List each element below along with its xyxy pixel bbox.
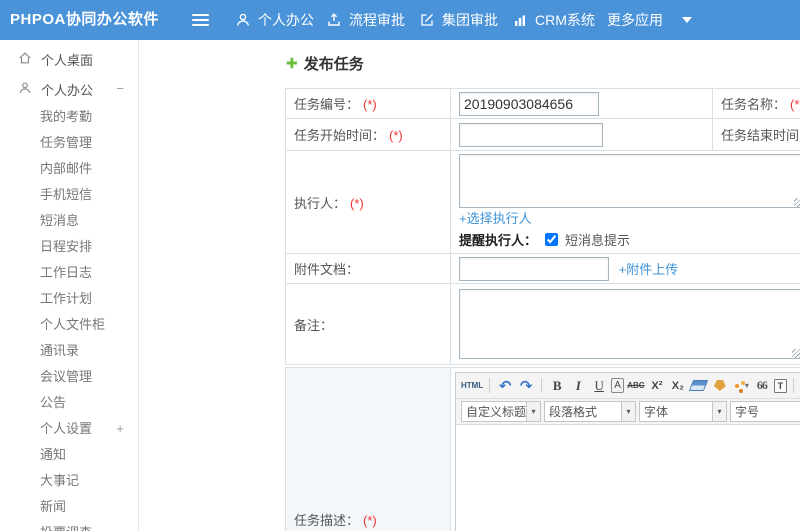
sidebar-submenu: 我的考勤 任务管理 内部邮件 手机短信 短消息 日程安排 工作日志 工作计划 个…	[0, 104, 138, 531]
attachment-upload-link[interactable]: +附件上传	[619, 262, 679, 277]
home-icon	[18, 51, 32, 68]
sidebar-item-work-plan[interactable]: 工作计划	[0, 286, 138, 312]
user-icon	[235, 12, 251, 28]
nav-more-apps[interactable]: 更多应用	[607, 0, 692, 40]
sidebar-item-meeting-management[interactable]: 会议管理	[0, 364, 138, 390]
html-source-button[interactable]: HTML	[461, 376, 483, 396]
font-size-select[interactable]: 字号 ▾	[730, 401, 800, 422]
caret-down-icon: ▾	[526, 402, 540, 421]
sidebar-item-events[interactable]: 大事记	[0, 468, 138, 494]
editor-toolbar-row1: HTML ↶ ↷ B I U A ABC X² X₂ ▾ 66 T	[456, 373, 800, 399]
sidebar-item-notifications[interactable]: 通知	[0, 442, 138, 468]
strikethrough-button[interactable]: ABC	[627, 376, 645, 396]
sidebar-item-schedule[interactable]: 日程安排	[0, 234, 138, 260]
brush-icon	[713, 380, 726, 391]
sidebar-item-news[interactable]: 新闻	[0, 494, 138, 520]
user-icon	[18, 81, 32, 98]
italic-button[interactable]: I	[569, 376, 587, 396]
top-navbar: PHPOA协同办公软件 个人办公 流程审批 集团审批 CRM系统 更多应用	[0, 0, 800, 40]
blockquote-button[interactable]: 66	[753, 376, 771, 396]
sidebar-item-personal-office[interactable]: 个人办公 −	[0, 74, 138, 104]
workflow-icon	[326, 12, 342, 28]
page-header: ✚ 发布任务	[286, 53, 364, 74]
editor-content-area[interactable]	[456, 425, 800, 531]
eraser-button[interactable]	[689, 376, 709, 396]
bar-chart-icon	[512, 12, 528, 28]
start-time-label-cell: 任务开始时间： (*)	[285, 118, 451, 151]
sidebar-item-contacts[interactable]: 通讯录	[0, 338, 138, 364]
sidebar-item-announcement[interactable]: 公告	[0, 390, 138, 416]
task-description-label-cell: 任务描述： (*)	[285, 367, 451, 531]
collapse-icon[interactable]: −	[116, 74, 124, 104]
plus-icon: ✚	[286, 55, 298, 71]
auto-format-button[interactable]: ▾	[732, 376, 750, 396]
sidebar-item-partial[interactable]: 投票调查	[0, 520, 138, 531]
font-border-button[interactable]: A	[611, 378, 624, 393]
sparkle-icon	[734, 383, 739, 388]
editor-toolbar-row2: 自定义标题 ▾ 段落格式 ▾ 字体 ▾ 字号	[456, 399, 800, 425]
sidebar-item-file-cabinet[interactable]: 个人文件柜	[0, 312, 138, 338]
paste-button[interactable]: T	[773, 378, 787, 393]
sidebar-item-work-log[interactable]: 工作日志	[0, 260, 138, 286]
paragraph-format-select[interactable]: 段落格式 ▾	[544, 401, 636, 422]
resize-grip-icon[interactable]	[794, 198, 800, 207]
task-number-input[interactable]	[459, 91, 599, 116]
redo-button[interactable]: ↷	[517, 376, 535, 396]
resize-grip-icon[interactable]	[792, 349, 800, 358]
sidebar-item-personal-desktop[interactable]: 个人桌面	[0, 44, 138, 74]
edit-icon	[419, 12, 435, 28]
task-name-label-cell: 任务名称：(*)	[712, 88, 800, 119]
task-number-label-cell: 任务编号： (*)	[285, 88, 451, 119]
font-family-select[interactable]: 字体 ▾	[639, 401, 727, 422]
attachment-input[interactable]	[459, 256, 609, 281]
superscript-button[interactable]: X²	[648, 376, 666, 396]
subscript-button[interactable]: X₂	[669, 376, 687, 396]
expand-icon[interactable]: +	[116, 416, 124, 442]
executor-label-cell: 执行人： (*)	[285, 150, 451, 254]
eraser-icon	[689, 380, 709, 391]
sidebar-item-short-message[interactable]: 短消息	[0, 208, 138, 234]
bold-button[interactable]: B	[548, 376, 566, 396]
remind-executor-label: 提醒执行人：	[459, 233, 538, 248]
sidebar-item-mobile-sms[interactable]: 手机短信	[0, 182, 138, 208]
remark-textarea[interactable]	[459, 289, 800, 359]
app-logo: PHPOA协同办公软件	[10, 11, 159, 28]
end-time-label-cell: 任务结束时间：(*)	[712, 118, 800, 151]
underline-button[interactable]: U	[590, 376, 608, 396]
undo-button[interactable]: ↶	[496, 376, 514, 396]
remark-label-cell: 备注：	[285, 283, 451, 365]
attachment-label-cell: 附件文档：	[285, 253, 451, 284]
page-title: 发布任务	[303, 56, 364, 73]
start-time-input[interactable]	[459, 122, 603, 147]
publish-task-form: 任务编号：(*) 任务名称：(*) 任务开始时间：(*) 任务结束时间	[285, 88, 800, 531]
choose-executor-link[interactable]: +选择执行人	[459, 211, 532, 226]
caret-down-icon: ▾	[712, 402, 726, 421]
sidebar-item-personal-settings[interactable]: 个人设置 +	[0, 416, 138, 442]
menu-toggle-icon[interactable]	[192, 14, 209, 27]
phpoa-app: PHPOA协同办公软件 个人办公 流程审批 集团审批 CRM系统 更多应用 个人…	[0, 0, 800, 531]
sms-remind-label: 短消息提示	[565, 233, 631, 248]
caret-down-icon	[682, 17, 692, 23]
sidebar-item-task-management[interactable]: 任务管理	[0, 130, 138, 156]
sidebar-item-internal-mail[interactable]: 内部邮件	[0, 156, 138, 182]
nav-workflow-approval[interactable]: 流程审批	[326, 0, 405, 40]
sms-remind-checkbox[interactable]	[545, 233, 559, 246]
caret-down-icon: ▾	[621, 402, 635, 421]
sidebar-item-attendance[interactable]: 我的考勤	[0, 104, 138, 130]
format-brush-button[interactable]	[711, 376, 729, 396]
rich-text-editor: HTML ↶ ↷ B I U A ABC X² X₂ ▾ 66 T 自定义标题 …	[455, 372, 800, 531]
custom-heading-select[interactable]: 自定义标题 ▾	[461, 401, 541, 422]
executor-textarea[interactable]	[459, 154, 800, 208]
nav-crm-system[interactable]: CRM系统	[512, 0, 595, 40]
nav-personal-office[interactable]: 个人办公	[235, 0, 314, 40]
nav-group-approval[interactable]: 集团审批	[419, 0, 498, 40]
sidebar: 个人桌面 个人办公 − 我的考勤 任务管理 内部邮件 手机短信 短消息 日程安排…	[0, 40, 139, 531]
